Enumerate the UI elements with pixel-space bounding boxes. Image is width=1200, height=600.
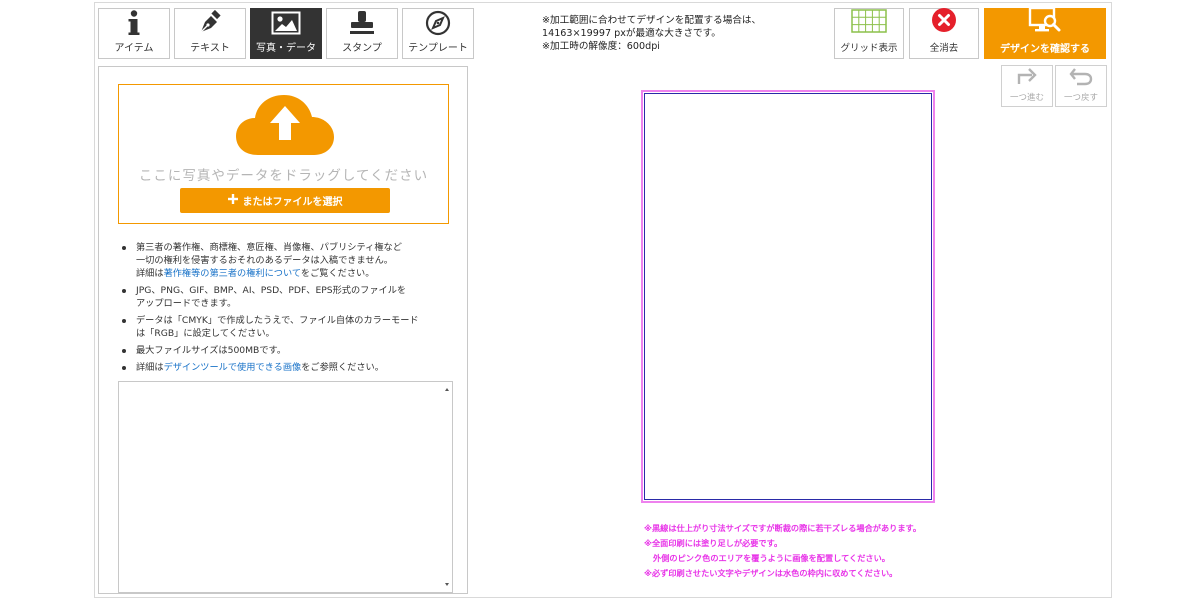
confirm-design-label: デザインを確認する [1000,44,1090,55]
note-formats: JPG、PNG、GIF、BMP、AI、PSD、PDF、EPS形式のファイルを ア… [119,284,454,310]
drag-instruction: ここに写真やデータをドラッグしてください [138,168,429,184]
confirm-design-button[interactable]: デザインを確認する [984,6,1106,59]
tab-text-label: テキスト [190,43,230,54]
note-color-mode: データは「CMYK」で作成したうえで、ファイル自体のカラーモード は「RGB」に… [119,314,454,340]
usable-images-link[interactable]: デザインツールで使用できる画像 [164,362,302,373]
tab-stamp-label: スタンプ [342,43,382,54]
select-file-label: またはファイルを選択 [242,197,343,208]
design-canvas-trim-line [644,93,932,500]
note-max-size: 最大ファイルサイズは500MBです。 [119,344,454,357]
note-details: 詳細はデザインツールで使用できる画像をご参照ください。 [119,361,454,374]
scroll-up-arrow-icon[interactable] [445,388,449,391]
close-circle-icon [931,7,957,37]
info-icon [127,9,141,37]
redo-label: 一つ進む [1009,93,1044,103]
pen-icon [197,9,223,37]
cloud-upload-icon [234,93,336,163]
warning-safe-area: ※必ず印刷させたい文字やデザインは水色の枠内に収めてください。 [644,568,898,578]
undo-label: 一つ戻す [1063,93,1098,103]
clear-all-button[interactable]: 全消去 [909,8,979,59]
grid-label: グリッド表示 [840,43,898,54]
rights-link[interactable]: 著作権等の第三者の権利について [164,268,301,279]
plus-icon [227,194,238,207]
grid-toggle-button[interactable]: グリッド表示 [834,8,904,59]
tab-text[interactable]: テキスト [174,8,246,59]
warning-trim: ※黒線は仕上がり寸法サイズですが断裁の際に若干ズレる場合があります。 [644,523,922,533]
warning-bleed-detail: 外側のピンク色のエリアを覆うように画像を配置してください。 [653,553,890,563]
undo-arrow-icon [1069,66,1093,90]
tab-template-label: テンプレート [408,43,468,54]
redo-arrow-icon [1015,66,1039,90]
upload-dropzone[interactable]: ここに写真やデータをドラッグしてください またはファイルを選択 [118,84,449,224]
tool-tabs: アイテム テキスト 写真・データ スタンプ テンプレート [98,8,474,59]
tab-item[interactable]: アイテム [98,8,170,59]
image-icon [271,9,301,37]
design-canvas-bleed-area[interactable] [641,90,935,503]
select-file-button[interactable]: またはファイルを選択 [180,188,390,213]
photo-data-panel: ここに写真やデータをドラッグしてください またはファイルを選択 第三者の著作権、… [98,66,468,594]
warning-bleed: ※全面印刷には塗り足しが必要です。 [644,538,783,548]
tab-photo-data-label: 写真・データ [256,43,316,54]
scroll-down-arrow-icon[interactable] [445,583,449,586]
compass-icon [425,9,451,37]
upload-notes: 第三者の著作権、商標権、意匠権、肖像権、パブリシティ権など 一切の権利を侵害する… [119,241,454,378]
grid-icon [851,9,887,37]
uploaded-images-list[interactable] [118,381,453,593]
clear-all-label: 全消去 [929,43,959,54]
redo-button[interactable]: 一つ進む [1001,65,1053,107]
monitor-search-icon [1028,6,1062,38]
print-warnings: ※黒線は仕上がり寸法サイズですが断裁の際に若干ズレる場合があります。 ※全面印刷… [644,521,921,581]
tab-template[interactable]: テンプレート [402,8,474,59]
processing-info: ※加工範囲に合わせてデザインを配置する場合は、 14163×19997 pxが最… [542,15,762,52]
tab-photo-data[interactable]: 写真・データ [250,8,322,59]
tab-item-label: アイテム [114,43,154,54]
note-rights: 第三者の著作権、商標権、意匠権、肖像権、パブリシティ権など 一切の権利を侵害する… [119,241,454,280]
undo-button[interactable]: 一つ戻す [1055,65,1107,107]
stamp-icon [348,9,376,37]
tab-stamp[interactable]: スタンプ [326,8,398,59]
